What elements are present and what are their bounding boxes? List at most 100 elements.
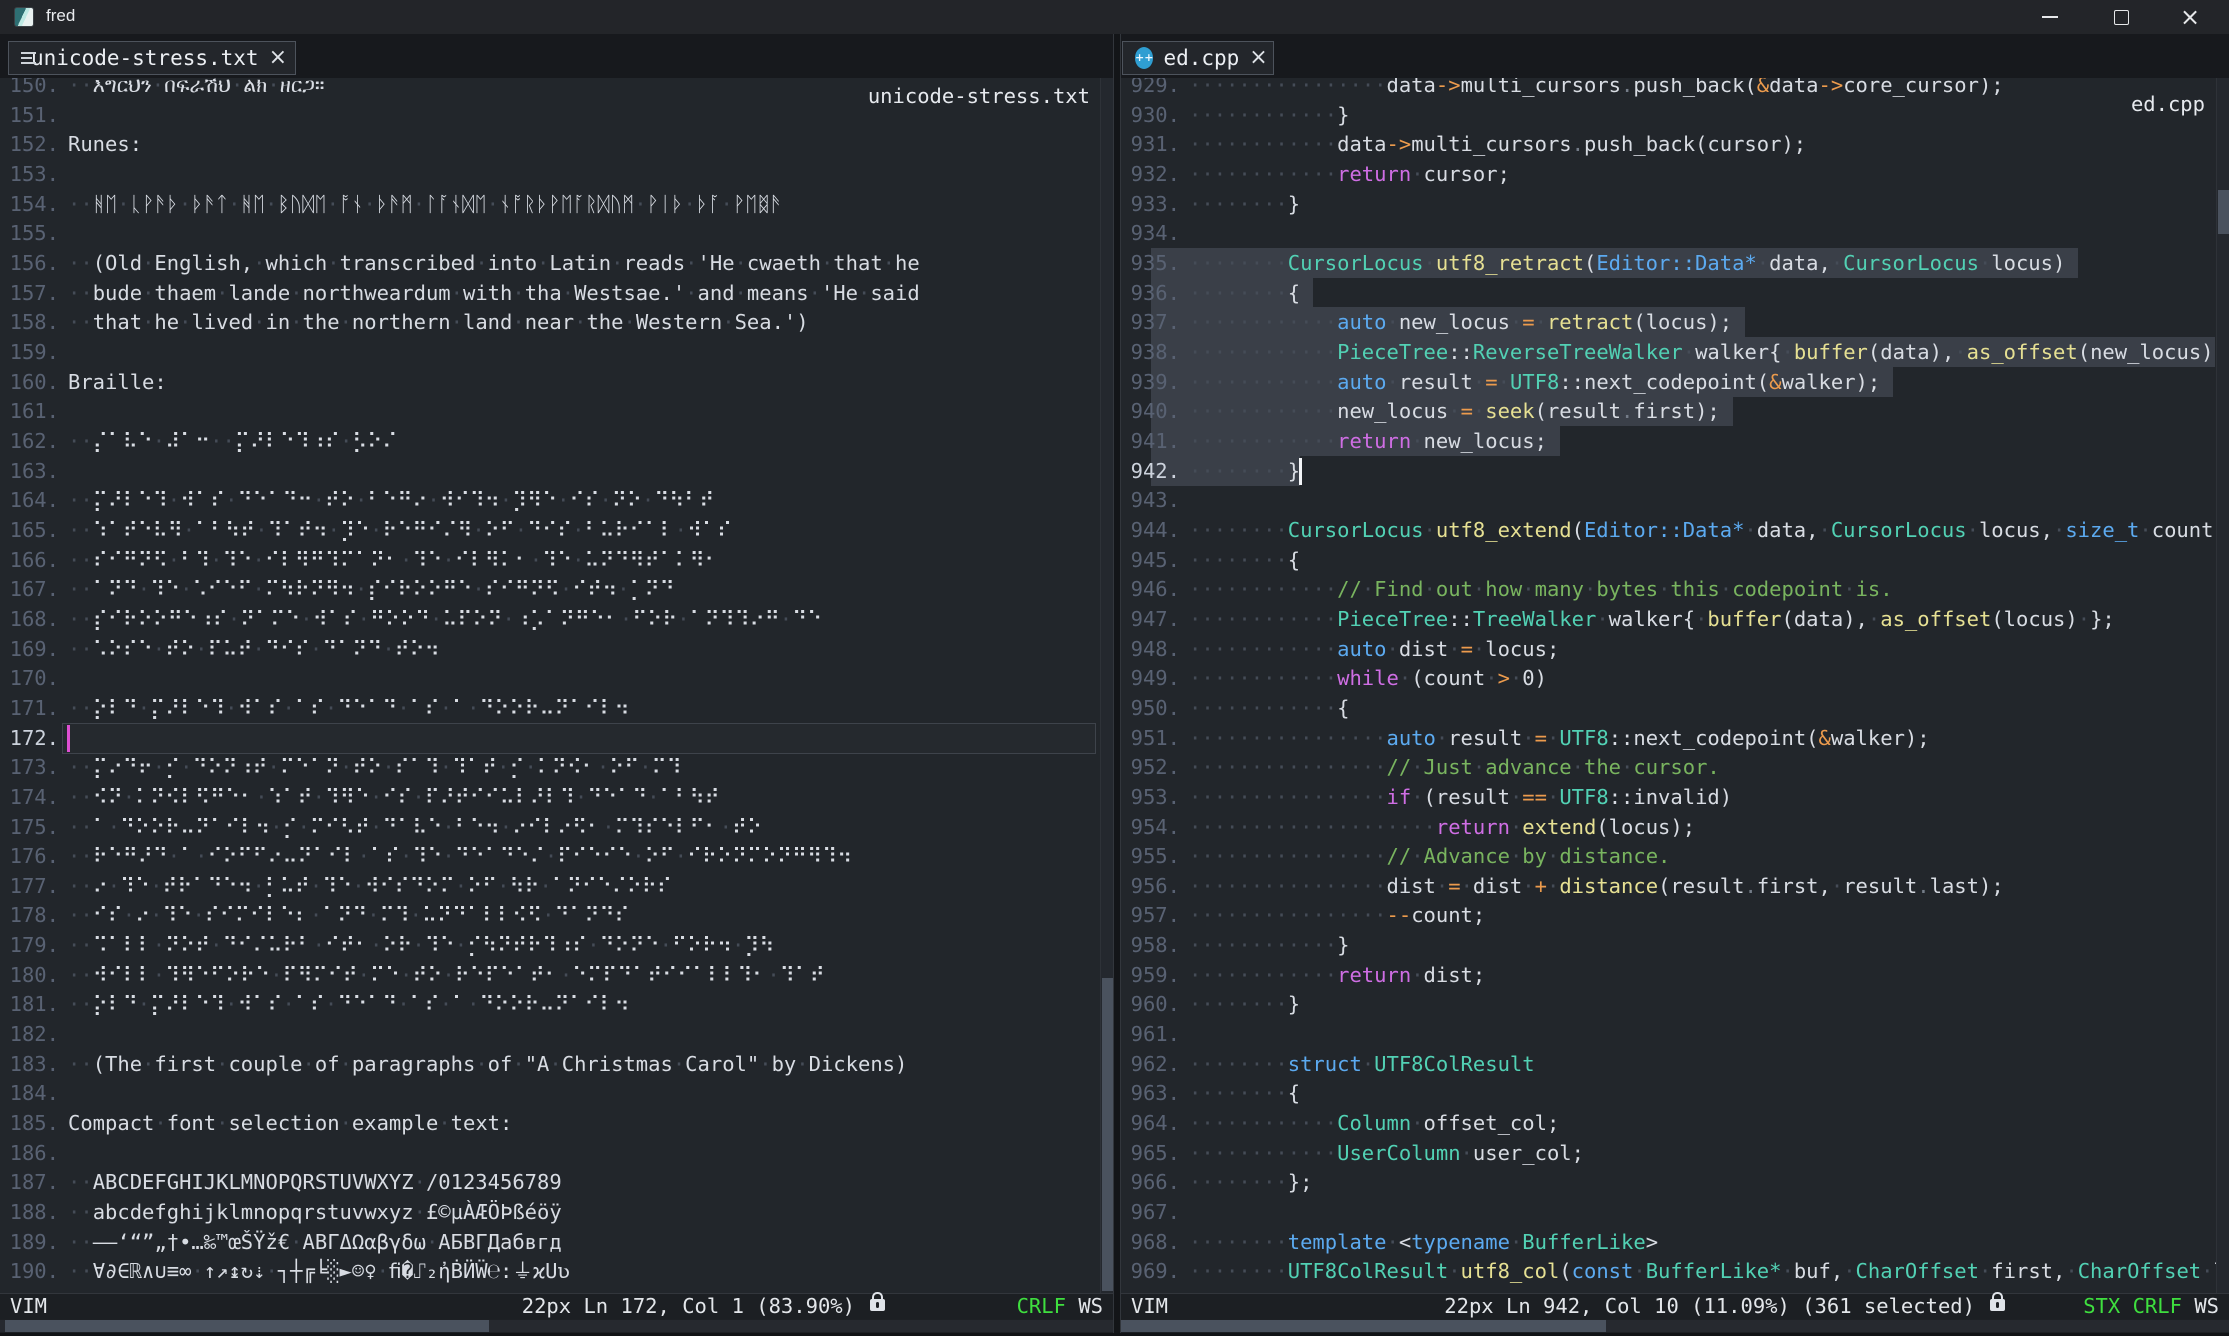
code-line[interactable]: 938.············PieceTree::ReverseTreeWa… xyxy=(1121,337,2229,367)
code-line[interactable]: 155. xyxy=(0,218,1113,248)
code-line[interactable]: 178.··⠊⠎·⠔·⠹⠑·⠎⠊⠍⠊⠇⠑⠆·⠁⠝⠙·⠍⠹·⠥⠝⠙⠁⠇⠇⠪⠫·⠙⠁… xyxy=(0,900,1113,930)
code-line[interactable]: 157.··bude·thaem·lande·northweardum·with… xyxy=(0,278,1113,308)
line-text: ············{ xyxy=(1189,693,1349,723)
code-line[interactable]: 963.········{ xyxy=(1121,1078,2229,1108)
code-line[interactable]: 969.········UTF8ColResult·utf8_col(const… xyxy=(1121,1256,2229,1286)
code-line[interactable]: 964.············Column·offset_col; xyxy=(1121,1108,2229,1138)
editor-pane-left[interactable]: 150.··እግርህን·በፍራሽህ·ልክ·ዘርጋ።151.152.Runes:1… xyxy=(0,78,1113,1293)
code-line[interactable]: 958.············} xyxy=(1121,930,2229,960)
code-line[interactable]: 186. xyxy=(0,1138,1113,1168)
code-line[interactable]: 951.················auto·result·=·UTF8::… xyxy=(1121,723,2229,753)
code-line[interactable]: 946.············//·Find·out·how·many·byt… xyxy=(1121,574,2229,604)
vertical-scrollbar-thumb[interactable] xyxy=(2218,190,2229,234)
code-line[interactable]: 179.··⠩⠁⠇⠇·⠝⠕⠞·⠙⠊⠌⠥⠗⠃·⠊⠞⠂·⠕⠗·⠹⠑·⡊⠳⠝⠞⠗⠹⠰⠎… xyxy=(0,930,1113,960)
code-line[interactable]: 962.········struct·UTF8ColResult xyxy=(1121,1049,2229,1079)
code-line[interactable]: 170. xyxy=(0,663,1113,693)
vertical-scrollbar-thumb[interactable] xyxy=(1102,978,1113,1291)
tab-close-icon[interactable]: × xyxy=(269,48,287,68)
pane-divider[interactable] xyxy=(1113,34,1121,1336)
code-line[interactable]: 172. xyxy=(0,723,1113,753)
code-line[interactable]: 190.··∀∂∈ℝ∧∪≡∞·↑↗↨↻⇣·┐┼╔╘░►☺♀·ﬁ�⑀₂ἠḂӤẄ℮:… xyxy=(0,1256,1113,1286)
code-line[interactable]: 940.············new_locus·=·seek(result.… xyxy=(1121,396,2229,426)
code-line[interactable]: 943. xyxy=(1121,485,2229,515)
code-line[interactable]: 161. xyxy=(0,396,1113,426)
horizontal-scrollbar-thumb[interactable] xyxy=(1121,1320,1606,1332)
code-line[interactable]: 939.············auto·result·=·UTF8::next… xyxy=(1121,367,2229,397)
code-line[interactable]: 931.············data->multi_cursors.push… xyxy=(1121,129,2229,159)
code-line[interactable]: 162.··⡌⠁⠧⠑·⠼⠁⠒··⡍⠜⠇⠑⠹⠰⠎·⡣⠕⠌ xyxy=(0,426,1113,456)
editor-pane-right[interactable]: 929.················data->multi_cursors.… xyxy=(1121,78,2229,1293)
code-line[interactable]: 159. xyxy=(0,337,1113,367)
code-line[interactable]: 955.················//·Advance·by·distan… xyxy=(1121,841,2229,871)
code-line[interactable]: 967. xyxy=(1121,1197,2229,1227)
code-line[interactable]: 961. xyxy=(1121,1019,2229,1049)
code-line[interactable]: 152.Runes: xyxy=(0,129,1113,159)
code-line[interactable]: 932.············return·cursor; xyxy=(1121,159,2229,189)
code-line[interactable]: 180.··⠺⠊⠇⠇·⠹⠻⠑⠋⠕⠗⠑·⠏⠻⠍⠊⠞·⠍⠑·⠞⠕·⠗⠑⠏⠑⠁⠞⠂·⠑… xyxy=(0,960,1113,990)
tab-close-icon[interactable]: × xyxy=(1249,48,1267,68)
code-line[interactable]: 165.··⠱⠁⠞⠑⠧⠻·⠁⠃⠳⠞·⠹⠁⠞⠲·⡹⠑·⠗⠑⠛⠊⠌⠻·⠕⠋·⠙⠊⠎·… xyxy=(0,515,1113,545)
code-line[interactable]: 952.················//·Just·advance·the·… xyxy=(1121,752,2229,782)
horizontal-scrollbar[interactable] xyxy=(0,1319,1113,1333)
code-line[interactable]: 158.··that·he·lived·in·the·northern·land… xyxy=(0,307,1113,337)
minimize-button[interactable] xyxy=(2018,0,2080,34)
vertical-scrollbar[interactable] xyxy=(1100,78,1113,1293)
code-line[interactable]: 957.················--count; xyxy=(1121,900,2229,930)
code-line[interactable]: 171.··⡕⠇⠙·⡍⠜⠇⠑⠹·⠺⠁⠎·⠁⠎·⠙⠑⠁⠙·⠁⠎·⠁·⠙⠕⠕⠗⠤⠝⠁… xyxy=(0,693,1113,723)
code-line[interactable]: 189.··–—‘“”„†•…‰™œŠŸž€·ΑΒΓΔΩαβγδω·АБВГДа… xyxy=(0,1227,1113,1257)
tab-unicode-stress[interactable]: unicode-stress.txt × xyxy=(8,41,296,75)
tab-ed-cpp[interactable]: ++ ed.cpp × xyxy=(1122,41,1274,75)
code-line[interactable]: 163. xyxy=(0,456,1113,486)
code-line[interactable]: 183.··(The·first·couple·of·paragraphs·of… xyxy=(0,1049,1113,1079)
code-line[interactable]: 944.········CursorLocus·utf8_extend(Edit… xyxy=(1121,515,2229,545)
horizontal-scrollbar-thumb[interactable] xyxy=(5,1320,489,1332)
code-line[interactable]: 153. xyxy=(0,159,1113,189)
code-line[interactable]: 176.··⠗⠑⠛⠜⠙·⠁·⠊⠕⠋⠋⠔⠤⠝⠁⠊⠇·⠁⠎·⠹⠑·⠙⠑⠁⠙⠑⠌·⠏⠊… xyxy=(0,841,1113,871)
code-line[interactable]: 930.············} xyxy=(1121,100,2229,130)
code-line[interactable]: 968.········template·<typename·BufferLik… xyxy=(1121,1227,2229,1257)
code-line[interactable]: 936.········{ xyxy=(1121,278,2229,308)
code-line[interactable]: 960.········} xyxy=(1121,989,2229,1019)
code-line[interactable]: 169.··⠡⠕⠎⠑·⠞⠕·⠏⠥⠞·⠙⠊⠎·⠙⠁⠝⠙·⠞⠕⠲ xyxy=(0,634,1113,664)
line-number: 155. xyxy=(0,218,59,248)
code-line[interactable]: 173.··⡍⠔⠙⠖·⡊·⠙⠕⠝⠰⠞·⠍⠑⠁⠝·⠞⠕·⠎⠁⠹·⠹⠁⠞·⡊·⠅⠝⠪… xyxy=(0,752,1113,782)
code-line[interactable]: 164.··⡍⠜⠇⠑⠹·⠺⠁⠎·⠙⠑⠁⠙⠒·⠞⠕·⠃⠑⠛⠔·⠺⠊⠹⠲·⡹⠻⠑·⠊… xyxy=(0,485,1113,515)
code-line[interactable]: 966.········}; xyxy=(1121,1167,2229,1197)
code-line[interactable]: 933.········} xyxy=(1121,189,2229,219)
code-line[interactable]: 175.··⠁·⠙⠕⠕⠗⠤⠝⠁⠊⠇⠲·⡊·⠍⠊⠣⠞·⠙⠁⠧⠑·⠃⠑⠲·⠔⠊⠇⠔⠫… xyxy=(0,812,1113,842)
code-line[interactable]: 945.········{ xyxy=(1121,545,2229,575)
code-line[interactable]: 177.··⠔·⠹⠑·⠞⠗⠁⠙⠑⠲·⡃⠥⠞·⠹⠑·⠺⠊⠎⠙⠕⠍·⠕⠋·⠳⠗·⠁⠝… xyxy=(0,871,1113,901)
code-line[interactable]: 935.········CursorLocus·utf8_retract(Edi… xyxy=(1121,248,2229,278)
code-line[interactable]: 168.··⡎⠊⠗⠕⠕⠛⠑⠰⠎·⠝⠁⠍⠑·⠺⠁⠎·⠛⠕⠕⠙·⠥⠏⠕⠝·⠰⡡⠁⠝⠛… xyxy=(0,604,1113,634)
code-line[interactable]: 160.Braille: xyxy=(0,367,1113,397)
code-line[interactable]: 941.············return·new_locus; xyxy=(1121,426,2229,456)
code-line[interactable]: 942.········} xyxy=(1121,456,2229,486)
code-line[interactable]: 959.············return·dist; xyxy=(1121,960,2229,990)
close-button[interactable]: × xyxy=(2162,0,2224,34)
code-line[interactable]: 950.············{ xyxy=(1121,693,2229,723)
code-line[interactable]: 166.··⠎⠊⠛⠝⠫·⠃⠹·⠹⠑·⠊⠇⠻⠛⠹⠍⠁⠝⠂·⠹⠑·⠊⠇⠻⠅⠂·⠹⠑·… xyxy=(0,545,1113,575)
code-line[interactable]: 954.····················return·extend(lo… xyxy=(1121,812,2229,842)
code-line[interactable]: 181.··⡕⠇⠙·⡍⠜⠇⠑⠹·⠺⠁⠎·⠁⠎·⠙⠑⠁⠙·⠁⠎·⠁·⠙⠕⠕⠗⠤⠝⠁… xyxy=(0,989,1113,1019)
code-line[interactable]: 934. xyxy=(1121,218,2229,248)
maximize-button[interactable] xyxy=(2090,0,2152,34)
code-line[interactable]: 184. xyxy=(0,1078,1113,1108)
code-line[interactable]: 956.················dist·=·dist·+·distan… xyxy=(1121,871,2229,901)
vertical-scrollbar[interactable] xyxy=(2216,78,2229,1293)
code-line[interactable]: 174.··⠪⠝·⠅⠝⠪⠇⠫⠛⠑⠂·⠱⠁⠞·⠹⠻⠑·⠊⠎·⠏⠜⠞⠊⠊⠥⠇⠜⠇⠹·… xyxy=(0,782,1113,812)
code-line[interactable]: 167.··⠁⠝⠙·⠹⠑·⠡⠊⠑⠋·⠍⠳⠗⠝⠻⠲·⡎⠊⠗⠕⠕⠛⠑·⠎⠊⠛⠝⠫·⠊… xyxy=(0,574,1113,604)
code-line[interactable]: 182. xyxy=(0,1019,1113,1049)
code-line[interactable]: 937.············auto·new_locus·=·retract… xyxy=(1121,307,2229,337)
code-line[interactable]: 948.············auto·dist·=·locus; xyxy=(1121,634,2229,664)
code-line[interactable]: 188.··abcdefghijklmnopqrstuvwxyz·£©µÀÆÖÞ… xyxy=(0,1197,1113,1227)
code-line[interactable]: 929.················data->multi_cursors.… xyxy=(1121,78,2229,100)
horizontal-scrollbar[interactable] xyxy=(1121,1319,2229,1333)
code-line[interactable]: 953.················if·(result·==·UTF8::… xyxy=(1121,782,2229,812)
code-line[interactable]: 185.Compact·font·selection·example·text: xyxy=(0,1108,1113,1138)
code-line[interactable]: 187.··ABCDEFGHIJKLMNOPQRSTUVWXYZ·/012345… xyxy=(0,1167,1113,1197)
code-line[interactable]: 156.··(Old·English,·which·transcribed·in… xyxy=(0,248,1113,278)
code-line[interactable]: 154.··ᚻᛖ·ᚳᚹᚫᚦ·ᚦᚫᛏ·ᚻᛖ·ᛒᚢᛞᛖ·ᚩᚾ·ᚦᚫᛗ·ᛚᚪᚾᛞᛖ·ᚾ… xyxy=(0,189,1113,219)
code-line[interactable]: 965.············UserColumn·user_col; xyxy=(1121,1138,2229,1168)
code-line[interactable]: 949.············while·(count·>·0) xyxy=(1121,663,2229,693)
code-line[interactable]: 947.············PieceTree::TreeWalker·wa… xyxy=(1121,604,2229,634)
